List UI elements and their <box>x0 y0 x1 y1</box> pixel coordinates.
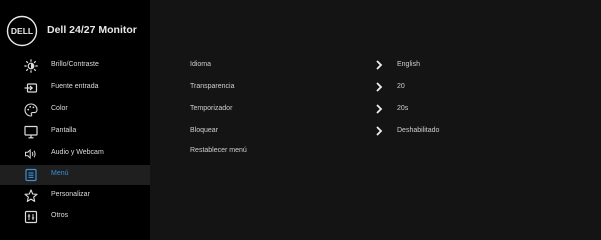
menu-item-audio-webcam[interactable]: Audio y Webcam <box>0 144 150 164</box>
menu-item-label: Otros <box>51 212 69 219</box>
monitor-model-title: Dell 24/27 Monitor <box>47 24 137 36</box>
menu-item-color[interactable]: Color <box>0 100 150 120</box>
menu-item-others[interactable]: Otros <box>0 207 150 227</box>
star-icon <box>24 189 38 202</box>
setting-label: Restablecer menú <box>190 147 247 154</box>
setting-value: 20s <box>397 105 409 112</box>
brightness-icon <box>24 59 38 73</box>
brand-text: DELL <box>11 26 33 36</box>
setting-value: English <box>397 61 420 68</box>
input-source-icon <box>24 83 38 93</box>
display-icon <box>24 125 38 139</box>
chevron-right-icon <box>376 60 383 70</box>
setting-value: 20 <box>397 83 405 90</box>
chevron-right-icon <box>376 82 383 92</box>
monitor-osd: DELL Dell 24/27 Monitor Brillo/Contraste <box>0 0 601 240</box>
osd-sidebar: DELL Dell 24/27 Monitor Brillo/Contraste <box>0 0 150 240</box>
osd-header: DELL Dell 24/27 Monitor <box>0 0 150 52</box>
menu-item-label: Menú <box>51 170 69 177</box>
menu-item-label: Color <box>51 105 68 112</box>
menu-item-label: Brillo/Contraste <box>51 61 99 68</box>
setting-label: Temporizador <box>190 105 233 112</box>
setting-label: Bloquear <box>190 127 219 134</box>
chevron-right-icon <box>376 126 383 136</box>
menu-item-input-source[interactable]: Fuente entrada <box>0 78 150 98</box>
menu-item-label: Fuente entrada <box>51 83 99 90</box>
color-palette-icon <box>24 103 38 117</box>
setting-row-language[interactable]: Idioma English <box>150 57 601 75</box>
menu-item-menu[interactable]: Menú <box>0 165 150 185</box>
menu-item-display[interactable]: Pantalla <box>0 122 150 142</box>
setting-row-lock[interactable]: Bloquear Deshabilitado <box>150 123 601 141</box>
dell-logo: DELL <box>6 15 38 47</box>
setting-label: Transparencia <box>190 83 235 90</box>
setting-label: Idioma <box>190 61 212 68</box>
others-icon <box>24 210 38 224</box>
menu-item-personalize[interactable]: Personalizar <box>0 186 150 206</box>
speaker-icon <box>25 148 36 160</box>
settings-panel: Idioma English Transparencia 20 Temporiz… <box>150 0 601 240</box>
setting-row-timer[interactable]: Temporizador 20s <box>150 101 601 119</box>
setting-row-reset-menu[interactable]: Restablecer menú <box>150 143 601 161</box>
menu-item-label: Audio y Webcam <box>51 149 104 156</box>
menu-item-label: Pantalla <box>51 127 77 134</box>
menu-item-label: Personalizar <box>51 191 90 198</box>
setting-row-transparency[interactable]: Transparencia 20 <box>150 79 601 97</box>
chevron-right-icon <box>376 104 383 114</box>
menu-icon <box>25 168 37 182</box>
menu-item-brightness-contrast[interactable]: Brillo/Contraste <box>0 56 150 76</box>
setting-value: Deshabilitado <box>397 127 440 134</box>
